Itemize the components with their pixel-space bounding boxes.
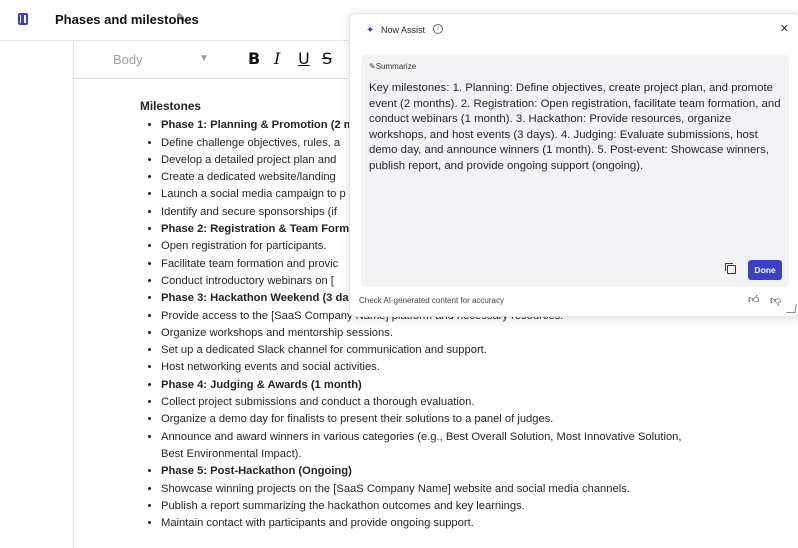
sparkle-icon: ✦ [366, 25, 375, 36]
list-item: Collect project submissions and conduct … [161, 394, 700, 411]
sidebar-toggle-icon[interactable] [18, 13, 28, 25]
list-item: Showcase winning projects on the [SaaS C… [161, 481, 700, 498]
close-icon[interactable]: ✕ [780, 22, 789, 35]
chevron-down-icon[interactable]: ▼ [199, 53, 209, 64]
text-style-dropdown[interactable]: Body [113, 52, 143, 67]
underline-button[interactable]: U [298, 49, 310, 68]
list-item: Announce and award winners in various ca… [161, 429, 700, 464]
summary-text: Key milestones: 1. Planning: Define obje… [369, 82, 781, 172]
list-item: Set up a dedicated Slack channel for com… [161, 342, 700, 359]
assist-response-box: ✎Summarize Key milestones: 1. Planning: … [361, 55, 789, 287]
list-item: Organize workshops and mentorship sessio… [161, 325, 700, 342]
assist-footer: Check AI-generated content for accuracy … [350, 284, 798, 316]
summarize-icon: ✎ [369, 62, 376, 71]
bold-button[interactable]: B [248, 49, 260, 68]
summarize-label-text: Summarize [375, 62, 417, 71]
thumbs-up-icon[interactable]: 👍︎ [748, 293, 760, 306]
list-item: Host networking events and social activi… [161, 359, 700, 376]
edit-title-pencil-icon[interactable]: ✎ [176, 11, 186, 25]
formatting-toolbar: Body ▼ B I U S [73, 42, 355, 79]
info-icon[interactable]: i [433, 24, 443, 34]
ai-disclaimer: Check AI-generated content for accuracy [359, 296, 504, 305]
list-item: Publish a report summarizing the hackath… [161, 498, 700, 515]
thumbs-down-icon[interactable]: 👎︎ [770, 294, 781, 307]
assist-title: Now Assist [381, 25, 426, 35]
list-item: Organize a demo day for finalists to pre… [161, 411, 700, 428]
done-button[interactable]: Done [748, 260, 782, 280]
assist-header: ✦ Now Assist i ✕ [350, 14, 798, 48]
editor-left-border [73, 78, 74, 548]
phase-heading-item: Phase 5: Post-Hackathon (Ongoing) [161, 463, 700, 480]
phase-heading-item: Phase 4: Judging & Awards (1 month) [161, 377, 700, 394]
summarize-label: ✎Summarize [369, 62, 416, 71]
resize-handle[interactable] [786, 304, 797, 313]
now-assist-panel: ✦ Now Assist i ✕ ✎Summarize Key mileston… [349, 13, 798, 317]
list-item: Maintain contact with participants and p… [161, 515, 700, 532]
italic-button[interactable]: I [274, 49, 280, 68]
copy-icon[interactable] [725, 263, 736, 274]
strikethrough-button[interactable]: S [322, 49, 332, 68]
